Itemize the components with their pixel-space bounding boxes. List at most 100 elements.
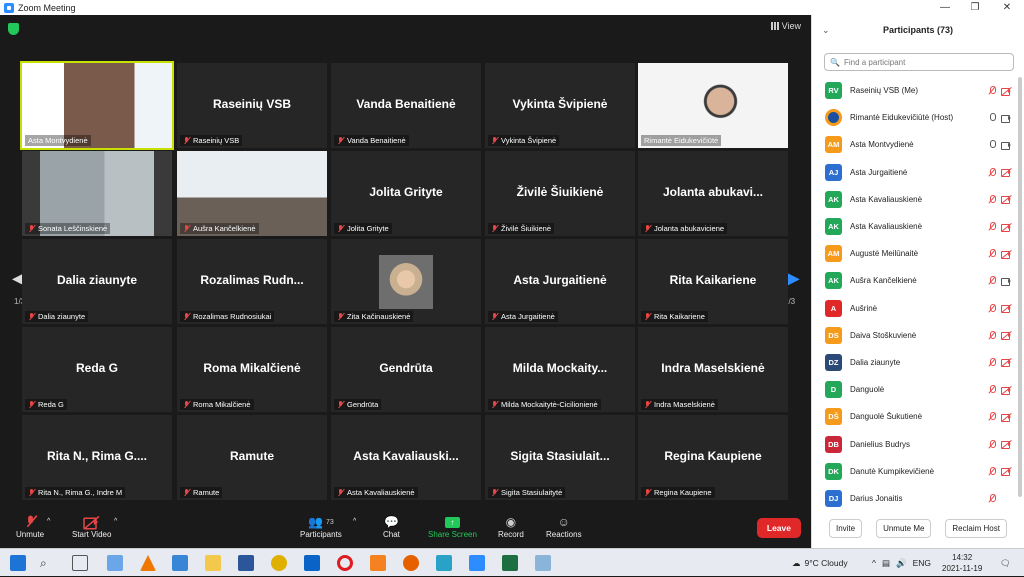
tile-name-label: Asta Montvydienė: [25, 135, 91, 146]
network-icon[interactable]: ▤: [882, 558, 890, 569]
participant-row[interactable]: Rimantė Eidukevičiūtė (Host): [820, 104, 1016, 131]
start-video-button[interactable]: Start Video: [72, 514, 111, 539]
chat-button[interactable]: 💬 Chat: [383, 514, 400, 539]
video-tile[interactable]: Rita N., Rima G.... Rita N., Rima G., Ind…: [22, 415, 172, 500]
weather-widget[interactable]: ☁ 9°C Cloudy: [792, 549, 848, 577]
video-tile[interactable]: Jolanta abukavi... Jolanta abukaviciene: [638, 151, 788, 236]
video-tile[interactable]: Asta Montvydienė: [20, 61, 174, 150]
security-shield-icon[interactable]: [8, 23, 19, 35]
outlook-icon[interactable]: [304, 555, 320, 571]
photos-app-icon[interactable]: [107, 555, 123, 571]
video-tile[interactable]: Jolita Grityte Jolita Grityte: [331, 151, 481, 236]
leave-button[interactable]: Leave: [756, 518, 801, 538]
video-tile[interactable]: Rita Kaikariene Rita Kaikariene: [638, 239, 788, 324]
video-tile[interactable]: Vykinta Švipienė Vykinta Švipienė: [485, 63, 635, 148]
minimize-button[interactable]: —: [930, 0, 960, 15]
video-tile[interactable]: Asta Kavaliauski... Asta Kavaliauskienė: [331, 415, 481, 500]
clock[interactable]: 14:32 2021-11-19: [942, 549, 982, 577]
tile-display-name: Rita N., Rima G....: [46, 449, 148, 463]
participant-search-input[interactable]: 🔍 Find a participant: [824, 53, 1014, 71]
video-tile[interactable]: Dalia ziaunyte Dalia ziaunyte: [22, 239, 172, 324]
tile-name-text: Milda Mockaitytė-Cicilionienė: [501, 400, 598, 409]
app-teal-icon[interactable]: [436, 555, 452, 571]
participant-list-scrollbar[interactable]: [1018, 77, 1022, 497]
participant-row[interactable]: AM Augustė Meilūnaitė: [820, 240, 1016, 267]
participant-row[interactable]: AM Asta Montvydienė: [820, 131, 1016, 158]
taskbar-search-icon[interactable]: ⌕: [40, 555, 56, 571]
share-screen-button[interactable]: ↑ Share Screen: [428, 514, 477, 539]
video-tile[interactable]: Sigita Stasiulait... Sigita Stasiulaitytė: [485, 415, 635, 500]
participants-options-chevron-icon[interactable]: ^: [353, 518, 356, 525]
close-button[interactable]: ✕: [992, 0, 1022, 15]
notifications-icon[interactable]: 🗨: [1000, 549, 1011, 577]
tile-display-name: Ramute: [229, 449, 274, 463]
video-tile[interactable]: Gendrūta Gendrūta: [331, 327, 481, 412]
participant-row[interactable]: RV Raseinių VSB (Me): [820, 77, 1016, 104]
video-tile[interactable]: Vanda Benaitienė Vanda Benaitienė: [331, 63, 481, 148]
participant-row[interactable]: AJ Asta Jurgaitienė: [820, 159, 1016, 186]
video-tile[interactable]: Rozalimas Rudn... Rozalimas Rudnosiukai: [177, 239, 327, 324]
task-view-icon[interactable]: [72, 555, 88, 571]
app-orange-icon[interactable]: [370, 555, 386, 571]
participant-row[interactable]: A Aušrinė: [820, 295, 1016, 322]
avatar: DK: [825, 462, 842, 480]
file-explorer-icon[interactable]: [205, 555, 221, 571]
video-tile[interactable]: Reda G Reda G: [22, 327, 172, 412]
video-tile[interactable]: Sonata Leščinskienė: [22, 151, 172, 236]
mic-muted-icon: [491, 136, 498, 145]
vlc-icon[interactable]: [140, 555, 156, 571]
view-button[interactable]: View: [770, 21, 801, 31]
participant-row[interactable]: DB Danielius Budrys: [820, 430, 1016, 457]
record-button[interactable]: ◉ Record: [498, 514, 524, 539]
video-options-chevron-icon[interactable]: ^: [114, 518, 117, 525]
tile-name-text: Jolanta abukaviciene: [654, 224, 725, 233]
participants-button[interactable]: 👥 73 Participants: [300, 514, 342, 539]
zoom-taskbar-icon[interactable]: [469, 555, 485, 571]
language-indicator[interactable]: ENG: [913, 558, 931, 568]
video-tile[interactable]: Indra Maselskienė Indra Maselskienė: [638, 327, 788, 412]
participant-row[interactable]: DJ Darius Jonaitis: [820, 485, 1016, 512]
video-tile[interactable]: Regina Kaupiene Regina Kaupiene: [638, 415, 788, 500]
system-tray[interactable]: ^ ▤ 🔊 ENG: [872, 549, 931, 577]
mic-muted-icon: [337, 400, 344, 409]
unmute-button[interactable]: Unmute: [16, 514, 44, 539]
participant-name: Asta Montvydienė: [850, 140, 914, 150]
reactions-button[interactable]: ☺ Reactions: [546, 514, 582, 539]
reclaim-host-button[interactable]: Reclaim Host: [945, 519, 1007, 538]
video-tile[interactable]: Zita Kačinauskienė: [331, 239, 481, 324]
participant-row[interactable]: AK Asta Kavaliauskienė: [820, 186, 1016, 213]
audio-options-chevron-icon[interactable]: ^: [47, 518, 50, 525]
word-icon[interactable]: [238, 555, 254, 571]
store-icon[interactable]: [172, 555, 188, 571]
maximize-button[interactable]: ❐: [960, 0, 990, 15]
unmute-me-button[interactable]: Unmute Me: [876, 519, 932, 538]
participant-row[interactable]: DZ Dalia ziaunyte: [820, 349, 1016, 376]
video-tile[interactable]: Raseinių VSB Raseinių VSB: [177, 63, 327, 148]
mic-muted-icon: [988, 167, 996, 177]
participant-row[interactable]: DS Daiva Stoškuvienė: [820, 322, 1016, 349]
video-tile[interactable]: Ramute Ramute: [177, 415, 327, 500]
participant-row[interactable]: AK Aušra Kančelkienė: [820, 267, 1016, 294]
video-tile[interactable]: Asta Jurgaitienė Asta Jurgaitienė: [485, 239, 635, 324]
opera-icon[interactable]: [337, 555, 353, 571]
excel-icon[interactable]: [502, 555, 518, 571]
volume-icon[interactable]: 🔊: [896, 558, 907, 569]
tile-name-text: Vykinta Švipienė: [501, 136, 557, 145]
invite-button[interactable]: Invite: [828, 519, 863, 538]
video-tile[interactable]: Aušra Kančelkienė: [177, 151, 327, 236]
video-tile[interactable]: Roma Mikalčienė Roma Mikalčienė: [177, 327, 327, 412]
tile-display-name: Vanda Benaitienė: [356, 97, 456, 111]
video-tile[interactable]: Milda Mockaity... Milda Mockaitytė-Cicili…: [485, 327, 635, 412]
chrome-icon[interactable]: [271, 555, 287, 571]
windows-start-icon[interactable]: [10, 555, 26, 571]
participant-name: Rimantė Eidukevičiūtė (Host): [850, 113, 954, 123]
paint-icon[interactable]: [535, 555, 551, 571]
video-tile[interactable]: Rimantė Eidukevičiūtė: [638, 63, 788, 148]
video-tile[interactable]: Živilė Šiuikienė Živilė Šiuikienė: [485, 151, 635, 236]
tray-chevron-icon[interactable]: ^: [872, 558, 876, 568]
participant-row[interactable]: DŠ Danguolė Šukutienė: [820, 403, 1016, 430]
participant-row[interactable]: D Danguolė: [820, 376, 1016, 403]
firefox-icon[interactable]: [403, 555, 419, 571]
participant-row[interactable]: DK Danutė Kumpikevičienė: [820, 458, 1016, 485]
participant-row[interactable]: AK Asta Kavaliauskienė: [820, 213, 1016, 240]
